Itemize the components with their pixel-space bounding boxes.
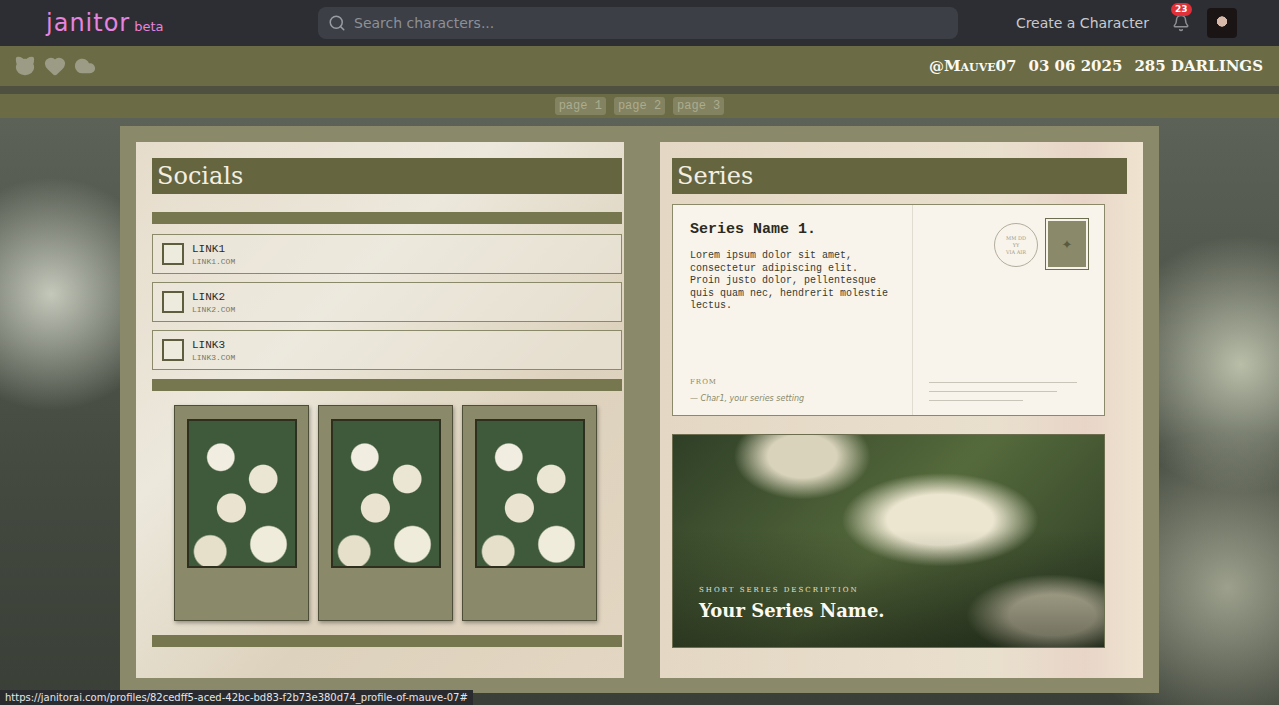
socials-header: Socials (152, 158, 622, 194)
link-checkbox[interactable] (162, 243, 184, 265)
series-header: Series (672, 158, 1127, 194)
social-link[interactable]: LINK2 LINK2.COM (152, 282, 622, 322)
username: @Mauve07 (929, 57, 1017, 75)
background: Socials LINK1 LINK1.COM LINK2 LINK2.COM LINK3… (0, 118, 1279, 705)
profile-info: @Mauve07 03 06 2025 285 DARLINGS (929, 57, 1263, 75)
rule (152, 379, 622, 391)
link-text: LINK1 LINK1.COM (192, 243, 235, 266)
create-character-button[interactable]: Create a Character (1010, 11, 1155, 35)
cloud-icon[interactable] (74, 55, 96, 77)
link-text: LINK2 LINK2.COM (192, 291, 235, 314)
postmark-text: YY (1013, 242, 1020, 249)
search-placeholder: Search characters... (354, 15, 494, 31)
link-text: LINK3 LINK3.COM (192, 339, 235, 362)
series-title: Series Name 1. (690, 221, 894, 238)
from-text: — Char1, your series setting (690, 394, 894, 403)
search-icon (328, 14, 346, 32)
series-feature[interactable]: SHORT SERIES DESCRIPTION Your Series Name… (672, 434, 1105, 648)
postmark-text: VIA AIR (1006, 249, 1026, 256)
social-links: LINK1 LINK1.COM LINK2 LINK2.COM LINK3 LINK3.C… (152, 234, 622, 370)
page-tabs: page 1 page 2 page 3 (0, 94, 1279, 118)
search-field[interactable]: Search characters... (318, 7, 958, 39)
address-line (929, 391, 1057, 392)
link-label: LINK2 (192, 291, 235, 303)
rule (152, 635, 622, 647)
status-bar: https://janitorai.com/profiles/82cedff5-… (0, 690, 473, 705)
photo-card (318, 405, 453, 621)
postmark: MM DDYYVIA AIR (994, 223, 1038, 267)
link-url: LINK2.COM (192, 305, 235, 314)
link-label: LINK3 (192, 339, 235, 351)
link-url: LINK1.COM (192, 257, 235, 266)
logo-text[interactable]: janitor (46, 9, 130, 37)
profile-bar: @Mauve07 03 06 2025 285 DARLINGS (0, 46, 1279, 86)
photo (331, 419, 441, 568)
nav-actions: Create a Character 23 (1010, 8, 1237, 38)
page-tab[interactable]: page 1 (555, 97, 606, 115)
photo (475, 419, 585, 568)
postcard-address: MM DDYYVIA AIR✦ (913, 205, 1104, 415)
photo-gallery (152, 405, 622, 621)
social-link[interactable]: LINK1 LINK1.COM (152, 234, 622, 274)
address-line (929, 382, 1077, 383)
postcard-message: Series Name 1. Lorem ipsum dolor sit amet… (673, 205, 913, 415)
divider-strip (0, 86, 1279, 94)
top-nav: janitor beta Search characters... Create a … (0, 0, 1279, 46)
series-postcard: Series Name 1. Lorem ipsum dolor sit amet… (672, 204, 1105, 416)
link-label: LINK1 (192, 243, 235, 255)
stamp-row: MM DDYYVIA AIR✦ (929, 219, 1088, 269)
beta-badge: beta (134, 19, 163, 34)
profile-icons (14, 55, 96, 77)
photo-card (462, 405, 597, 621)
bell-icon (1172, 14, 1190, 32)
link-checkbox[interactable] (162, 339, 184, 361)
page-tab[interactable]: page 3 (673, 97, 724, 115)
postmark-text: MM DD (1006, 235, 1026, 242)
series-body: Lorem ipsum dolor sit amet, consectetur … (690, 250, 894, 313)
logo[interactable]: janitor beta (46, 9, 302, 37)
stamp: ✦ (1046, 219, 1088, 269)
user-avatar[interactable] (1207, 8, 1237, 38)
followers: 285 DARLINGS (1134, 57, 1263, 75)
link-checkbox[interactable] (162, 291, 184, 313)
feature-description: SHORT SERIES DESCRIPTION (699, 586, 1078, 594)
social-link[interactable]: LINK3 LINK3.COM (152, 330, 622, 370)
profile-page: janitor beta Search characters... Create a … (0, 0, 1279, 705)
join-date: 03 06 2025 (1028, 57, 1122, 75)
right-page: Series Series Name 1. Lorem ipsum dolor si… (660, 142, 1143, 678)
photo-card (174, 405, 309, 621)
page-tab[interactable]: page 2 (614, 97, 665, 115)
notification-badge: 23 (1171, 3, 1192, 16)
notifications-button[interactable]: 23 (1169, 11, 1193, 35)
rule (152, 212, 622, 224)
feature-name: Your Series Name. (699, 600, 1078, 621)
photo (187, 419, 297, 568)
address-lines (929, 382, 1088, 403)
heart-icon[interactable] (44, 55, 66, 77)
left-page: Socials LINK1 LINK1.COM LINK2 LINK2.COM LINK3… (136, 142, 624, 678)
cat-icon[interactable] (14, 55, 36, 77)
from-label: FROM (690, 378, 894, 386)
address-line (929, 400, 1023, 401)
book: Socials LINK1 LINK1.COM LINK2 LINK2.COM LINK3… (120, 126, 1159, 693)
link-url: LINK3.COM (192, 353, 235, 362)
